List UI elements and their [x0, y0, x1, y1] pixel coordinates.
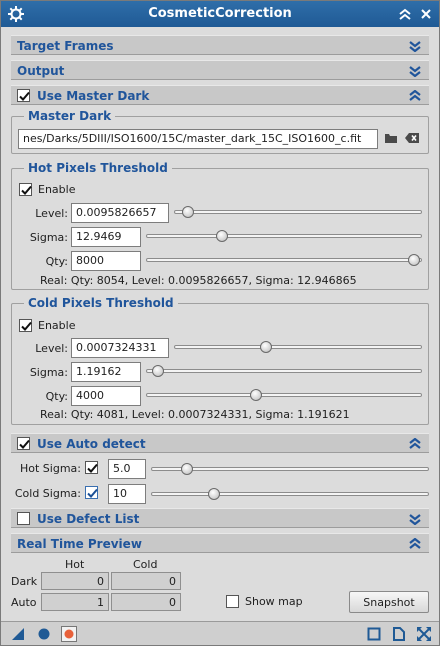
- cold-sigma-input[interactable]: 1.19162: [71, 362, 141, 382]
- preview-auto-hot: 1: [41, 593, 109, 611]
- real-time-preview-icon[interactable]: [61, 626, 77, 645]
- cold-sigma-auto-slider[interactable]: [151, 488, 429, 500]
- clear-icon[interactable]: [404, 131, 420, 148]
- cold-level-input[interactable]: 0.0007324331: [71, 338, 169, 358]
- hot-level-label: Level:: [35, 207, 68, 220]
- new-instance-icon[interactable]: [11, 627, 25, 644]
- hot-sigma-auto-checkbox[interactable]: [85, 461, 98, 474]
- expand-icon[interactable]: [409, 40, 421, 53]
- preview-row-auto: Auto: [11, 596, 37, 609]
- slider-knob[interactable]: [182, 206, 195, 218]
- bottom-toolbar: [1, 621, 439, 645]
- hot-sigma-input[interactable]: 12.9469: [71, 227, 141, 247]
- master-dark-group: Master Dark nes/Darks/5DIII/ISO1600/15C/…: [11, 109, 429, 154]
- preview-col-cold: Cold: [133, 558, 158, 571]
- reset-icon[interactable]: [392, 627, 406, 644]
- slider-knob[interactable]: [408, 254, 421, 266]
- hot-sigma-label: Sigma:: [29, 231, 68, 244]
- expand-icon[interactable]: [409, 65, 421, 78]
- collapse-icon[interactable]: [398, 5, 416, 23]
- hot-sigma-auto-input[interactable]: 5.0: [108, 459, 146, 479]
- hot-enable-checkbox[interactable]: [19, 183, 32, 196]
- expand-all-icon[interactable]: [417, 627, 431, 644]
- section-title: Target Frames: [17, 39, 114, 53]
- preview-dark-cold: 0: [111, 572, 181, 590]
- hot-real-values: Real: Qty: 8054, Level: 0.0095826657, Si…: [40, 274, 357, 287]
- expand-icon[interactable]: [409, 513, 421, 526]
- section-target-frames[interactable]: Target Frames: [11, 35, 429, 55]
- group-title: Cold Pixels Threshold: [24, 296, 178, 310]
- cold-pixels-group: Cold Pixels Threshold Enable Level: 0.00…: [11, 296, 429, 425]
- cold-enable-checkbox[interactable]: [19, 319, 32, 332]
- snapshot-button[interactable]: Snapshot: [349, 591, 429, 613]
- hot-pixels-group: Hot Pixels Threshold Enable Level: 0.009…: [11, 161, 429, 290]
- collapse-icon[interactable]: [409, 89, 421, 102]
- title-bar[interactable]: CosmeticCorrection: [1, 1, 439, 27]
- cold-sigma-auto-label: Cold Sigma:: [14, 487, 81, 500]
- cold-qty-label: Qty:: [45, 390, 68, 403]
- preview-col-hot: Hot: [65, 558, 85, 571]
- section-title: Output: [17, 64, 65, 78]
- collapse-icon[interactable]: [409, 537, 421, 550]
- hot-sigma-slider[interactable]: [146, 230, 422, 242]
- cold-qty-input[interactable]: 4000: [71, 386, 141, 406]
- section-output[interactable]: Output: [11, 60, 429, 80]
- show-map-checkbox[interactable]: [226, 595, 239, 608]
- preview-dark-hot: 0: [41, 572, 109, 590]
- window-title: CosmeticCorrection: [148, 6, 292, 21]
- slider-knob[interactable]: [259, 341, 272, 353]
- cold-real-values: Real: Qty: 4081, Level: 0.0007324331, Si…: [40, 408, 350, 421]
- collapse-icon[interactable]: [409, 437, 421, 450]
- slider-knob[interactable]: [249, 389, 262, 401]
- hot-qty-input[interactable]: 8000: [71, 251, 141, 271]
- hot-enable-label: Enable: [38, 183, 76, 196]
- show-map-label: Show map: [245, 595, 303, 608]
- hot-level-input[interactable]: 0.0095826657: [71, 203, 169, 223]
- hot-sigma-auto-label: Hot Sigma:: [20, 462, 81, 475]
- section-use-master-dark[interactable]: Use Master Dark: [11, 85, 429, 105]
- slider-knob[interactable]: [207, 488, 220, 500]
- section-use-auto-detect[interactable]: Use Auto detect: [11, 433, 429, 453]
- cosmetic-correction-window: CosmeticCorrection Target Frames Output …: [0, 0, 440, 646]
- section-title: Real Time Preview: [17, 537, 142, 551]
- cold-sigma-slider[interactable]: [146, 365, 422, 377]
- master-dark-path-input[interactable]: nes/Darks/5DIII/ISO1600/15C/master_dark_…: [18, 129, 378, 149]
- section-title: Use Auto detect: [37, 437, 146, 451]
- cold-sigma-auto-input[interactable]: 10: [108, 484, 146, 504]
- hot-sigma-auto-slider[interactable]: [151, 463, 429, 475]
- section-use-defect-list[interactable]: Use Defect List: [11, 508, 429, 528]
- cold-enable-label: Enable: [38, 319, 76, 332]
- group-title: Hot Pixels Threshold: [24, 161, 172, 175]
- browse-documentation-icon[interactable]: [367, 627, 381, 644]
- section-title: Use Defect List: [37, 512, 140, 526]
- cold-level-label: Level:: [35, 342, 68, 355]
- close-icon[interactable]: [419, 5, 437, 23]
- cold-sigma-label: Sigma:: [29, 366, 68, 379]
- preview-row-dark: Dark: [11, 575, 38, 588]
- preview-auto-cold: 0: [111, 593, 181, 611]
- use-master-dark-checkbox[interactable]: [17, 89, 30, 102]
- hot-level-slider[interactable]: [174, 206, 422, 218]
- hot-qty-label: Qty:: [45, 255, 68, 268]
- group-title: Master Dark: [24, 109, 116, 123]
- apply-global-icon[interactable]: [37, 627, 51, 644]
- cold-sigma-auto-checkbox[interactable]: [85, 486, 98, 499]
- section-title: Use Master Dark: [37, 89, 150, 103]
- slider-knob[interactable]: [152, 365, 165, 377]
- use-auto-detect-checkbox[interactable]: [17, 437, 30, 450]
- slider-knob[interactable]: [181, 463, 194, 475]
- slider-knob[interactable]: [215, 230, 228, 242]
- cold-level-slider[interactable]: [174, 341, 422, 353]
- hot-qty-slider[interactable]: [146, 254, 422, 266]
- section-real-time-preview[interactable]: Real Time Preview: [11, 533, 429, 553]
- cold-qty-slider[interactable]: [146, 389, 422, 401]
- folder-icon[interactable]: [384, 131, 398, 148]
- use-defect-list-checkbox[interactable]: [17, 512, 30, 525]
